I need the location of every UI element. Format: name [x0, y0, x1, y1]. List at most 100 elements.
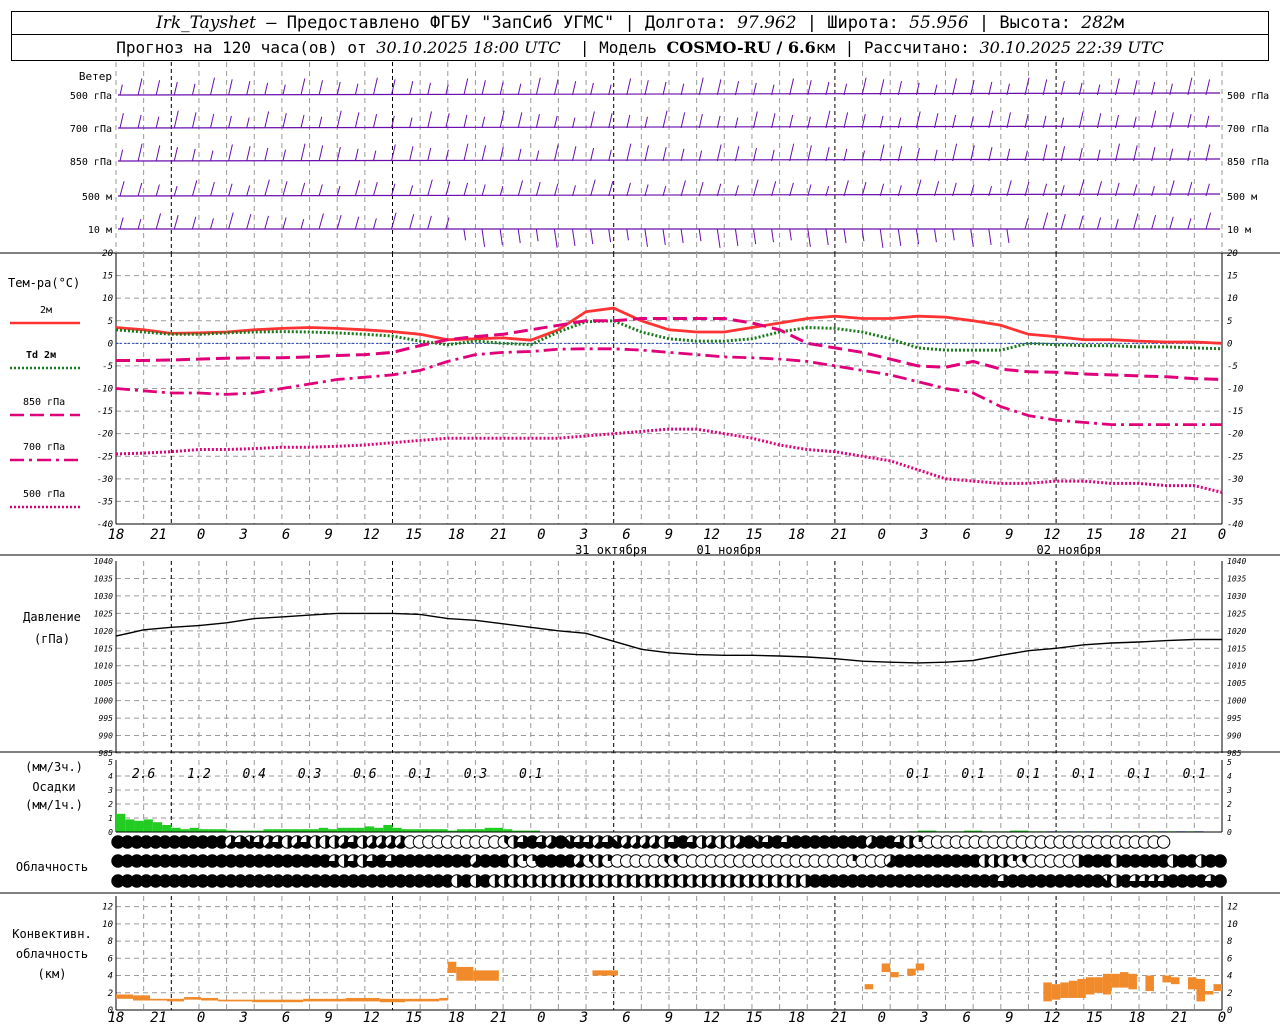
wind-barb: [481, 80, 486, 96]
temp-ytick-left: 0: [108, 339, 113, 349]
wind-barb: [463, 182, 469, 197]
wind-barb: [590, 111, 595, 129]
conv-block: [201, 997, 219, 1001]
date-label: 01 ноября: [696, 543, 761, 557]
conv-block: [1094, 977, 1103, 993]
wind-barb: [1169, 216, 1174, 230]
temp-ytick-right: -10: [1227, 385, 1243, 395]
wind-barb: [553, 228, 558, 248]
conv-block: [881, 963, 891, 973]
wind-barb: [463, 143, 469, 162]
wind-barb: [1042, 212, 1049, 230]
wind-barb: [789, 114, 794, 129]
wind-barb: [336, 214, 342, 230]
wind-barb: [572, 228, 576, 246]
wind-barb: [608, 181, 614, 197]
wind-barb: [228, 79, 233, 96]
conv-block: [1145, 975, 1154, 992]
wind-barb: [825, 81, 830, 96]
conv-ytick-right: 12: [1227, 903, 1238, 913]
wind-barb: [173, 186, 178, 197]
conv-block: [864, 984, 874, 990]
wind-barb: [1042, 144, 1048, 162]
wind-barb: [354, 83, 359, 96]
conv-block: [1085, 977, 1095, 995]
conv-block: [907, 968, 916, 976]
wind-barb: [246, 146, 251, 162]
conv-block: [1204, 991, 1214, 995]
conv-ytick-left: 8: [108, 937, 113, 947]
press-ytick-left: 1035: [94, 574, 113, 583]
wind-barb: [644, 116, 648, 129]
press-ytick-left: 1040: [94, 557, 113, 566]
wind-barb: [119, 181, 125, 197]
wind-barb: [734, 81, 740, 96]
wind-level-left: 500 гПа: [70, 91, 112, 102]
temp-hour-label: 12: [703, 527, 720, 543]
wind-barb: [300, 114, 305, 129]
conv-hour-label: 12: [363, 1010, 380, 1024]
precip-ytick-left: 3: [107, 786, 113, 795]
wind-barb: [463, 78, 469, 96]
wind-barb: [608, 149, 612, 162]
temp-hour-label: 0: [877, 527, 885, 543]
wind-barb: [897, 81, 902, 96]
wind-barb: [698, 181, 704, 197]
wind-barb: [753, 179, 759, 197]
cloud-symbol: [1156, 835, 1171, 849]
wind-barb: [517, 148, 522, 162]
wind-barb: [1115, 143, 1120, 162]
wind-barb: [1187, 77, 1193, 96]
temp-hour-label: 0: [537, 527, 545, 543]
wind-barb: [825, 110, 831, 129]
conv-label-3: (км): [38, 967, 67, 981]
temp-ytick-right: 5: [1227, 317, 1232, 327]
conv-block: [1213, 984, 1222, 992]
temp-ytick-left: -35: [97, 497, 113, 507]
wind-barb: [789, 143, 795, 162]
legend-label: 850 гПа: [23, 397, 65, 408]
wind-barb: [1115, 219, 1119, 230]
conv-hour-label: 18: [1128, 1010, 1145, 1024]
wind-barb: [155, 184, 160, 197]
wind-barb: [264, 111, 270, 129]
conv-hour-label: 6: [622, 1010, 630, 1024]
wind-barb: [807, 80, 812, 96]
wind-barb: [246, 81, 251, 96]
wind-barb: [300, 143, 306, 162]
temp-hour-label: 3: [919, 527, 928, 543]
temp-hour-label: 6: [282, 527, 290, 543]
wind-barb: [173, 214, 179, 230]
temp-ytick-left: -5: [102, 362, 113, 372]
wind-barb: [1024, 218, 1029, 230]
wind-barb: [789, 182, 794, 197]
cloud-label: Облачность: [16, 860, 88, 874]
wind-barb: [879, 79, 885, 96]
press-ytick-left: 995: [99, 714, 114, 723]
wind-barb: [155, 80, 161, 96]
conv-ytick-left: 2: [108, 989, 113, 999]
wind-barb: [608, 84, 612, 96]
wind-barb: [1078, 179, 1085, 197]
temp-hour-label: 3: [579, 527, 588, 543]
wind-barb: [535, 150, 540, 162]
precip-3h-sum: 1.2: [187, 767, 211, 782]
wind-barb: [753, 111, 758, 129]
conv-block: [473, 970, 499, 981]
conv-ytick-right: 8: [1227, 937, 1232, 947]
conv-block: [1077, 978, 1086, 998]
wind-barb: [553, 115, 558, 129]
wind-barb: [1006, 228, 1010, 244]
wind-barb: [662, 110, 668, 129]
temp-ytick-right: -15: [1227, 407, 1243, 417]
wind-barb: [590, 228, 594, 245]
press-ytick-right: 1030: [1227, 592, 1246, 601]
press-ytick-left: 1005: [94, 679, 113, 688]
precip-3h-sum: 2.6: [132, 767, 156, 782]
precip-bar: [189, 827, 199, 832]
wind-barb: [517, 112, 523, 129]
temp-ytick-left: 5: [108, 317, 113, 327]
conv-block: [345, 997, 380, 1002]
legend-label: 700 гПа: [23, 442, 65, 453]
conv-block: [1068, 980, 1078, 998]
